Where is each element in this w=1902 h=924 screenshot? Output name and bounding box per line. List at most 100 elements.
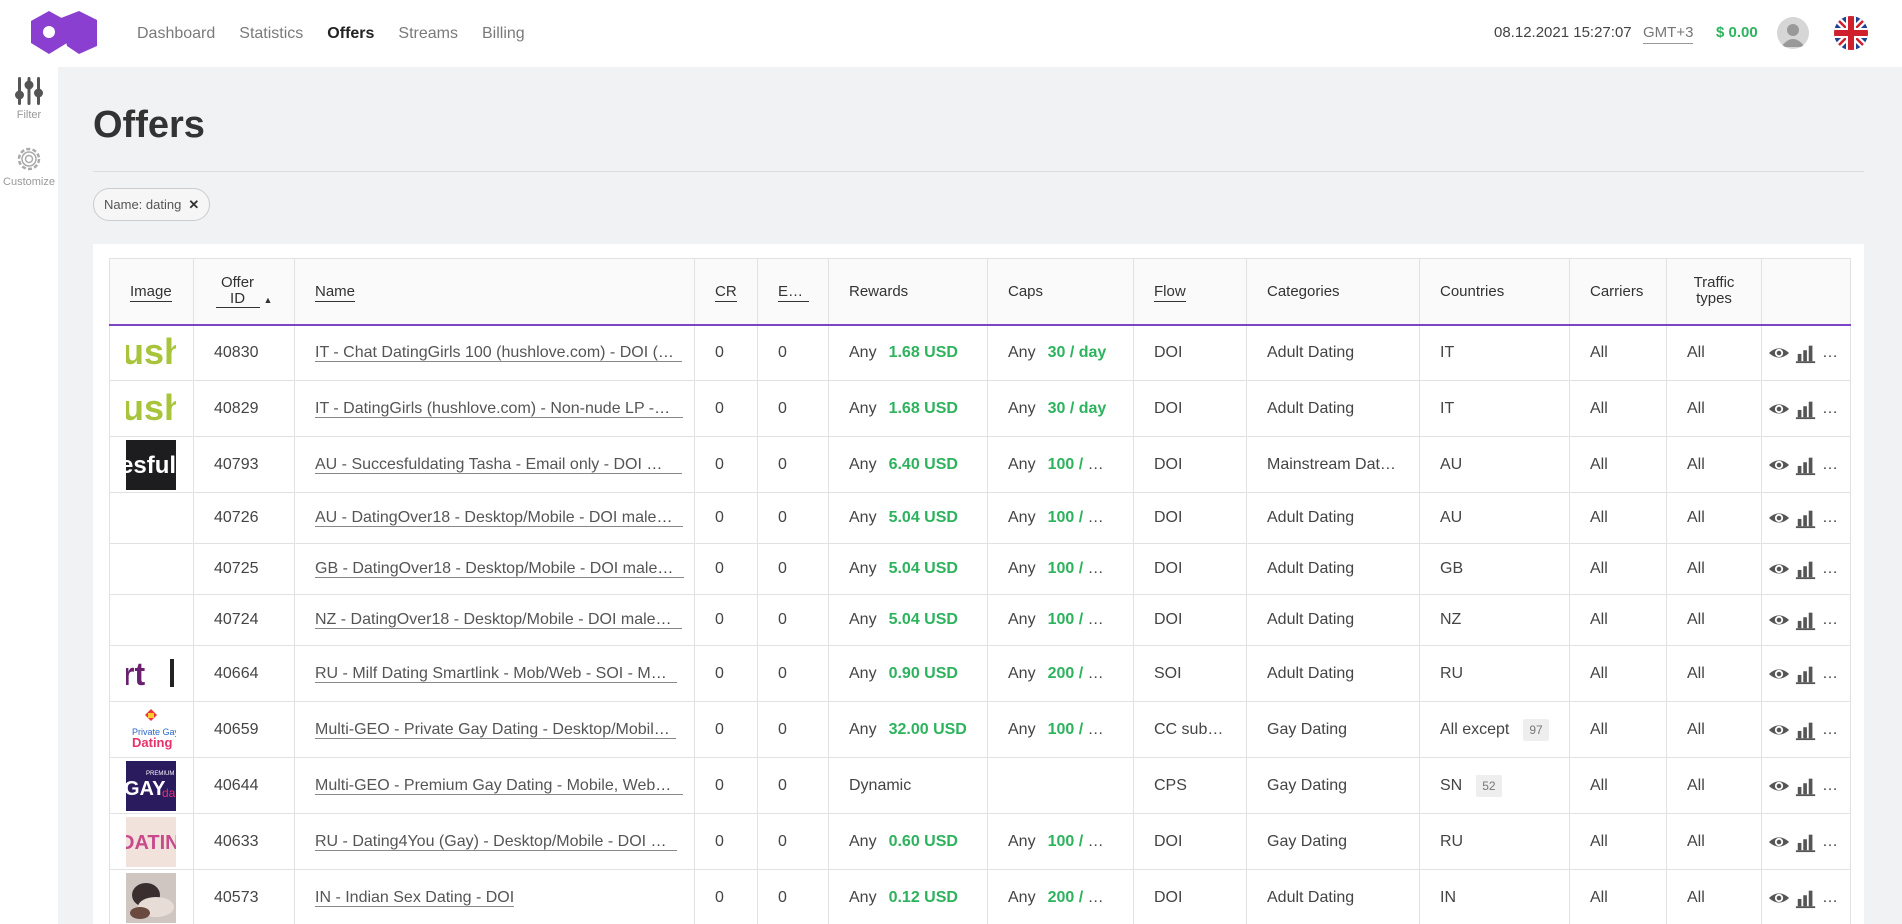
table-row[interactable]: Private Gay Dating 40659 Multi-GEO - Privat… [109,701,1851,758]
country-count-badge[interactable]: 97 [1523,718,1549,741]
stats-icon[interactable] [1795,775,1817,797]
category-value: Adult Dating [1246,492,1420,544]
offer-thumbnail: Private GayDating [126,704,176,755]
cap-amount: 100 / day [1047,455,1116,473]
stats-icon[interactable] [1795,831,1817,853]
logo-icon[interactable] [31,10,97,55]
offer-name-link[interactable]: Multi-GEO - Private Gay Dating - Desktop… [315,720,676,739]
table-row[interactable]: DATIN 40633 RU - Dating4You (Gay) - Deskto… [109,813,1851,870]
eye-icon[interactable] [1768,398,1790,420]
rewards-cell: Any 32.00 USD [828,701,988,758]
image-cell [109,594,194,646]
nav-dashboard[interactable]: Dashboard [137,25,215,43]
actions-cell [1761,645,1851,702]
cr-value: 0 [694,492,758,544]
stats-icon[interactable] [1795,663,1817,685]
image-cell: rt [109,645,194,702]
image-cell: ush [109,324,194,381]
table-row[interactable]: 40726 AU - DatingOver18 - Desktop/Mobile … [109,492,1851,544]
col-offer-id[interactable]: Offer ID ▲ [193,258,295,326]
eye-icon[interactable] [1768,719,1790,741]
eye-icon[interactable] [1768,887,1790,909]
rewards-cell: Dynamic [828,757,988,814]
carriers-value: All [1569,380,1667,437]
reward-any: Any [849,509,877,526]
avatar[interactable] [1777,17,1809,49]
eye-icon[interactable] [1768,831,1790,853]
offer-id: 40573 [193,869,295,924]
offer-name-link[interactable]: IT - Chat DatingGirls 100 (hushlove.com)… [315,343,682,362]
epc-value: 0 [757,813,829,870]
col-name[interactable]: Name [294,258,695,326]
nav-offers[interactable]: Offers [327,25,374,43]
table-row[interactable]: ush 40830 IT - Chat DatingGirls 100 (hushl… [109,324,1851,381]
stats-icon[interactable] [1795,507,1817,529]
table-row[interactable]: esful 40793 AU - Succesfuldating Tasha - E… [109,436,1851,493]
table-row[interactable]: 40573 IN - Indian Sex Dating - DOI 0 0 Any 0.… [109,869,1851,924]
cr-value: 0 [694,757,758,814]
stats-icon[interactable] [1795,609,1817,631]
col-cr[interactable]: CR [694,258,758,326]
offer-name-link[interactable]: RU - Milf Dating Smartlink - Mob/Web - S… [315,664,677,683]
table-row[interactable]: 40724 NZ - DatingOver18 - Desktop/Mobile … [109,594,1851,646]
actions-cell [1761,380,1851,437]
table-row[interactable]: ush 40829 IT - DatingGirls (hushlove.com) … [109,380,1851,437]
table-row[interactable]: rt 40664 RU - Milf Dating Smartlink - Mob/… [109,645,1851,702]
stats-icon[interactable] [1795,558,1817,580]
nav-billing[interactable]: Billing [482,25,525,43]
countries-cell: SN 52 [1419,757,1570,814]
eye-icon[interactable] [1768,558,1790,580]
offers-table: Image Offer ID ▲ Name CR EPC Rewards Caps… [109,258,1851,924]
offer-name-link[interactable]: RU - Dating4You (Gay) - Desktop/Mobile -… [315,832,678,851]
flow-value: DOI [1133,813,1247,870]
cr-value: 0 [694,543,758,595]
svg-text:ush: ush [126,331,176,372]
stats-icon[interactable] [1795,398,1817,420]
language-flag-icon[interactable] [1834,16,1868,50]
stats-icon[interactable] [1795,342,1817,364]
filter-button[interactable]: Filter [0,75,58,121]
nav-streams[interactable]: Streams [398,25,458,43]
eye-icon[interactable] [1768,507,1790,529]
offer-name-link[interactable]: IT - DatingGirls (hushlove.com) - Non-nu… [315,399,684,418]
eye-icon[interactable] [1768,342,1790,364]
eye-icon[interactable] [1768,775,1790,797]
cap-any: Any [1008,720,1036,738]
actions-cell [1761,436,1851,493]
countries-cell: AU [1419,492,1570,544]
offer-id: 40829 [193,380,295,437]
nav-statistics[interactable]: Statistics [239,25,303,43]
col-epc[interactable]: EPC [757,258,829,326]
cr-value: 0 [694,869,758,924]
caps-cell: Any 200 / day [987,645,1134,702]
remove-filter-icon[interactable]: ✕ [188,197,199,213]
epc-value: 0 [757,436,829,493]
cr-value: 0 [694,380,758,437]
table-row[interactable]: PREMIUMGAYdat 40644 Multi-GEO - Premium Ga… [109,757,1851,814]
customize-button[interactable]: Customize [0,144,58,188]
eye-icon[interactable] [1768,609,1790,631]
offer-name-cell: AU - DatingOver18 - Desktop/Mobile - DOI… [294,492,695,544]
offer-name-link[interactable]: AU - DatingOver18 - Desktop/Mobile - DOI… [315,509,684,527]
stats-icon[interactable] [1795,887,1817,909]
cap-any: Any [1008,509,1036,526]
timezone-selector[interactable]: GMT+3 [1643,24,1694,44]
table-row[interactable]: 40725 GB - DatingOver18 - Desktop/Mobile … [109,543,1851,595]
col-image[interactable]: Image [109,258,194,326]
col-flow[interactable]: Flow [1133,258,1247,326]
offer-name-link[interactable]: NZ - DatingOver18 - Desktop/Mobile - DOI… [315,611,683,629]
offer-name-link[interactable]: IN - Indian Sex Dating - DOI [315,888,515,907]
offer-name-cell: GB - DatingOver18 - Desktop/Mobile - DOI… [294,543,695,595]
offer-name-link[interactable]: GB - DatingOver18 - Desktop/Mobile - DOI… [315,560,685,578]
reward-any: Any [849,664,877,682]
offer-thumbnail: ush [126,383,176,434]
eye-icon[interactable] [1768,454,1790,476]
stats-icon[interactable] [1795,454,1817,476]
stats-icon[interactable] [1795,719,1817,741]
offer-name-link[interactable]: Multi-GEO - Premium Gay Dating - Mobile,… [315,776,683,795]
country-count-badge[interactable]: 52 [1476,774,1502,797]
eye-icon[interactable] [1768,663,1790,685]
offer-name-link[interactable]: AU - Succesfuldating Tasha - Email only … [315,455,682,474]
epc-value: 0 [757,757,829,814]
traffic-value: All [1666,701,1762,758]
